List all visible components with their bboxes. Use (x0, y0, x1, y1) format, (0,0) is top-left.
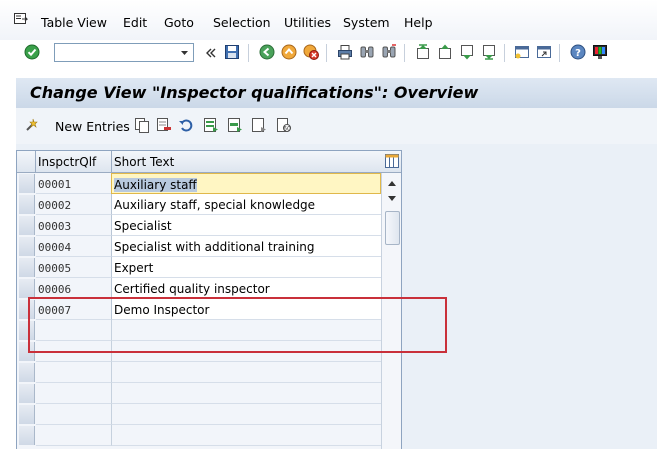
scroll-up-icon[interactable] (387, 179, 397, 187)
deselect-all-icon[interactable] (251, 117, 267, 133)
empty-key-cell (36, 425, 112, 446)
first-page-icon[interactable] (415, 44, 431, 60)
scrollbar-thumb[interactable] (385, 211, 400, 245)
row-selector[interactable] (19, 258, 35, 277)
menu-goto[interactable]: Goto (164, 15, 194, 30)
row-selector[interactable] (19, 363, 35, 382)
short-text-value: Auxiliary staff (114, 178, 197, 192)
next-page-icon[interactable] (459, 44, 475, 60)
inspector-qualification-key: 00005 (36, 257, 112, 278)
inspector-qualification-key: 00002 (36, 194, 112, 215)
menu-table-view[interactable]: Table View (41, 15, 107, 30)
table-row[interactable]: 00005 Expert (17, 257, 401, 278)
menu-selection[interactable]: Selection (213, 15, 271, 30)
row-selector[interactable] (19, 279, 35, 298)
inspector-qualification-key: 00004 (36, 236, 112, 257)
command-field[interactable] (54, 43, 194, 62)
new-entries-button[interactable]: New Entries (55, 119, 130, 134)
table-row[interactable]: 00004 Specialist with additional trainin… (17, 236, 401, 257)
collapse-icon[interactable] (203, 45, 219, 61)
svg-text:60: 60 (283, 126, 291, 133)
empty-table-row[interactable] (17, 362, 401, 383)
cancel-icon[interactable] (303, 44, 319, 60)
short-text-field[interactable]: Auxiliary staff (111, 173, 381, 194)
row-selector[interactable] (19, 237, 35, 256)
help-icon[interactable]: ? (570, 44, 586, 60)
delete-icon[interactable] (156, 117, 172, 133)
title-bar: Change View "Inspector qualifications": … (16, 78, 657, 108)
print-icon[interactable] (337, 44, 353, 60)
inspector-qualification-key: 00001 (36, 173, 112, 194)
change-display-icon[interactable] (25, 117, 41, 133)
menu-bar: Table View Edit Goto Selection Utilities… (0, 0, 657, 41)
svg-text:?: ? (575, 48, 581, 59)
empty-text-cell[interactable] (111, 425, 381, 446)
inspector-qualification-key: 00006 (36, 278, 112, 299)
page-title: Change View "Inspector qualifications": … (30, 83, 479, 102)
new-session-icon[interactable] (514, 44, 530, 60)
empty-table-row[interactable] (17, 425, 401, 446)
scroll-down-icon[interactable] (387, 195, 397, 203)
menu-edit[interactable]: Edit (123, 15, 147, 30)
short-text-field[interactable]: Specialist (111, 215, 381, 236)
empty-text-cell[interactable] (111, 404, 381, 425)
layout-menu-icon[interactable] (592, 44, 608, 60)
table-header: InspctrQlf Short Text (17, 151, 401, 173)
empty-text-cell[interactable] (111, 383, 381, 404)
menu-help[interactable]: Help (404, 15, 433, 30)
empty-key-cell (36, 383, 112, 404)
empty-key-cell (36, 362, 112, 383)
select-block-icon[interactable] (227, 117, 243, 133)
print-field-list-icon[interactable]: 60 (276, 117, 292, 133)
copy-as-icon[interactable] (134, 117, 150, 133)
previous-page-icon[interactable] (437, 44, 453, 60)
app-menu-icon[interactable] (14, 13, 28, 25)
empty-key-cell (36, 404, 112, 425)
column-header-inspctrqlf[interactable]: InspctrQlf (38, 155, 96, 169)
exit-icon[interactable] (281, 44, 297, 60)
find-next-icon[interactable] (381, 44, 397, 60)
short-text-field[interactable]: Certified quality inspector (111, 278, 381, 299)
table-row[interactable]: 00006 Certified quality inspector (17, 278, 401, 299)
enter-icon[interactable] (24, 44, 40, 60)
undo-change-icon[interactable] (178, 117, 194, 133)
select-all-icon[interactable] (203, 117, 219, 133)
menu-system[interactable]: System (343, 15, 390, 30)
table-row[interactable]: 00002 Auxiliary staff, special knowledge (17, 194, 401, 215)
row-selector[interactable] (19, 405, 35, 424)
short-text-field[interactable]: Auxiliary staff, special knowledge (111, 194, 381, 215)
empty-table-row[interactable] (17, 404, 401, 425)
column-header-short-text[interactable]: Short Text (114, 155, 174, 169)
row-selector[interactable] (19, 195, 35, 214)
row-selector[interactable] (19, 426, 35, 445)
inspector-qualification-key: 00003 (36, 215, 112, 236)
empty-text-cell[interactable] (111, 362, 381, 383)
row-selector[interactable] (19, 174, 35, 193)
short-text-field[interactable]: Specialist with additional training (111, 236, 381, 257)
table-settings-icon[interactable] (384, 153, 400, 169)
shortcut-icon[interactable] (536, 44, 552, 60)
table-row[interactable]: 00001 Auxiliary staff (17, 173, 401, 194)
back-icon[interactable] (259, 44, 275, 60)
row-selector[interactable] (19, 384, 35, 403)
save-icon[interactable] (224, 44, 240, 60)
table-row[interactable]: 00003 Specialist (17, 215, 401, 236)
find-icon[interactable] (359, 44, 375, 60)
last-page-icon[interactable] (481, 44, 497, 60)
menu-utilities[interactable]: Utilities (284, 15, 331, 30)
application-toolbar: New Entries 60 (16, 108, 657, 144)
empty-table-row[interactable] (17, 383, 401, 404)
command-dropdown-icon[interactable] (178, 46, 191, 59)
highlight-box (28, 297, 447, 353)
short-text-field[interactable]: Expert (111, 257, 381, 278)
row-selector[interactable] (19, 216, 35, 235)
